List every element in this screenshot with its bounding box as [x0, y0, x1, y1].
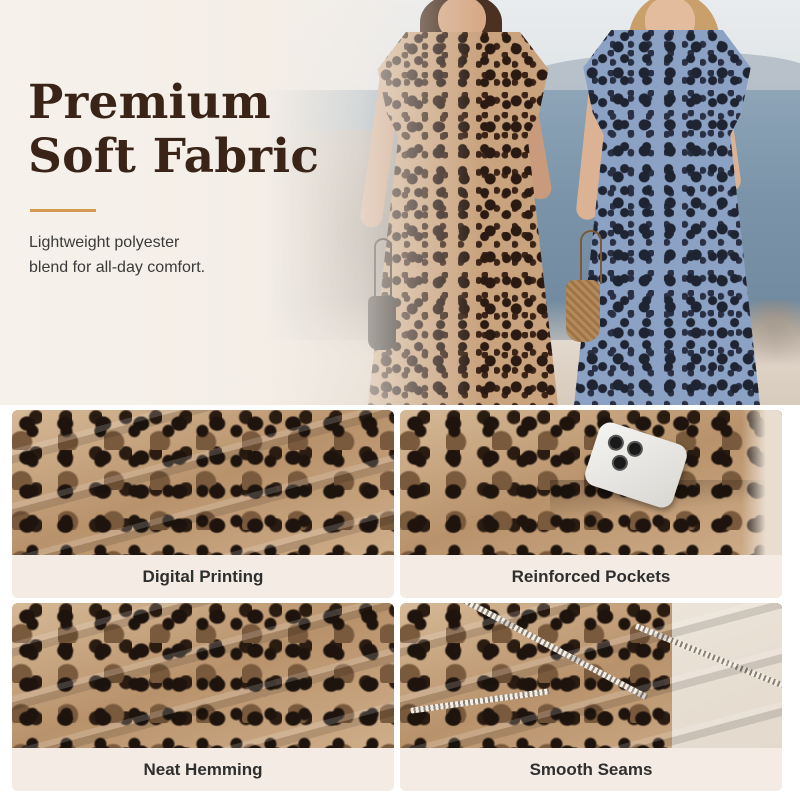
- feature-card-neat-hemming: Neat Hemming: [12, 603, 394, 791]
- camera-lens-icon: [605, 432, 626, 453]
- overlock-seam: [410, 688, 550, 714]
- feature-label-bar: Smooth Seams: [400, 748, 782, 791]
- feature-label-bar: Reinforced Pockets: [400, 555, 782, 598]
- hem-photo: [12, 603, 394, 748]
- beige-background: [742, 410, 782, 555]
- cream-fabric-panel: [672, 603, 782, 748]
- title-divider: [30, 209, 96, 212]
- camera-lens-icon: [624, 438, 646, 459]
- fabric-print-photo: [12, 410, 394, 555]
- feature-card-reinforced-pockets: Reinforced Pockets: [400, 410, 782, 598]
- feature-label: Neat Hemming: [143, 759, 263, 779]
- pocket-photo: [400, 410, 782, 560]
- feature-label-bar: Digital Printing: [12, 555, 394, 598]
- feature-card-smooth-seams: Smooth Seams: [400, 603, 782, 791]
- hero-title-line1: Premium: [28, 75, 271, 130]
- hero-title: Premium Soft Fabric: [28, 76, 348, 184]
- blue-leopard-dress: [574, 30, 760, 405]
- hero-subtitle-line1: Lightweight polyester: [29, 234, 180, 251]
- feature-label: Smooth Seams: [529, 759, 653, 779]
- feature-card-digital-printing: Digital Printing: [12, 410, 394, 598]
- camera-lens-icon: [609, 452, 630, 473]
- straw-handbag: [566, 280, 600, 342]
- seam-photo: [400, 603, 782, 748]
- hero-banner: Premium Soft Fabric Lightweight polyeste…: [0, 0, 800, 405]
- bag-strap: [580, 230, 602, 284]
- overlock-seam: [451, 603, 649, 701]
- overlock-seam: [634, 623, 782, 689]
- feature-label-bar: Neat Hemming: [12, 748, 394, 791]
- hero-title-line2: Soft Fabric: [28, 129, 320, 184]
- feature-label: Digital Printing: [142, 566, 264, 586]
- hero-subtitle-line2: blend for all-day comfort.: [29, 259, 206, 276]
- hero-subtitle: Lightweight polyester blend for all-day …: [29, 230, 289, 280]
- hero-text-backdrop: [0, 0, 480, 405]
- feature-label: Reinforced Pockets: [511, 566, 671, 586]
